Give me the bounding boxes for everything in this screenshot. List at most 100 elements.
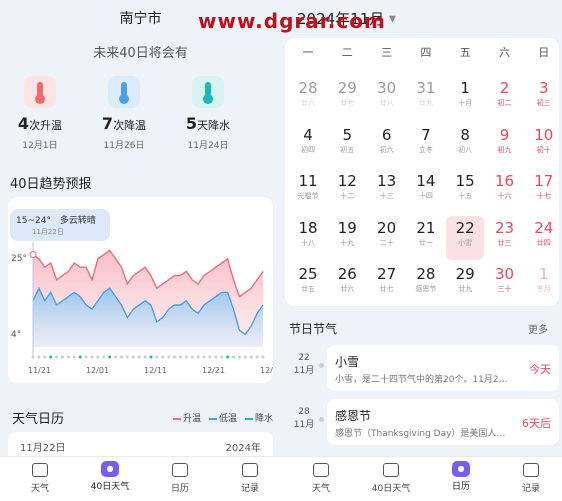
lunar-label: 廿六 [301, 99, 315, 107]
day-cell[interactable]: 28 廿六 [289, 76, 327, 120]
legend-item: 低温 [208, 414, 237, 424]
day-cell[interactable]: 3 初三 [525, 76, 562, 120]
day-cell[interactable]: 30 廿八 [368, 76, 406, 120]
tab-3[interactable]: ● 日历 [431, 461, 491, 492]
day-cell[interactable]: 21 廿一 [407, 216, 445, 260]
day-number: 23 [494, 218, 515, 237]
rain-dot [161, 355, 165, 359]
day-cell[interactable]: 1 十月 [446, 76, 484, 120]
selected-day-marker [29, 251, 37, 259]
lunar-label: 廿九 [458, 285, 473, 293]
day-cell[interactable]: 15 十五 [446, 169, 484, 213]
day-number: 4 [303, 125, 313, 144]
day-cell[interactable]: 6 初六 [368, 123, 406, 167]
lunar-label: 十六 [497, 192, 512, 200]
rain-dot [108, 355, 112, 359]
holiday-card[interactable]: 小雪 小雪，是二十四节气中的第20个。11月2… 今天 [327, 345, 559, 391]
day-number: 25 [298, 265, 318, 283]
rain-dot [43, 355, 47, 359]
day-cell[interactable]: 28 感恩节 [407, 262, 445, 306]
day-cell[interactable]: 12 十二 [328, 169, 366, 213]
day-cell[interactable]: 17 十七 [525, 169, 562, 213]
day-cell[interactable]: 7 立冬 [407, 123, 445, 167]
calendar-date: 11月22日 [20, 443, 66, 454]
lunar-label: 二十 [379, 238, 394, 247]
day-number: 18 [298, 218, 318, 237]
weekday-label: 四 [420, 46, 432, 59]
day-number: 16 [494, 172, 515, 190]
lunar-label: 廿七 [379, 285, 394, 293]
stat-unit: 次升温 [29, 119, 63, 132]
bottom-tab-bar: 天气 ● 40日天气 日历 记录 [0, 456, 281, 501]
stat-item[interactable]: 5天降水 11月24日 [168, 76, 248, 156]
raindrop-icon [192, 76, 224, 108]
day-number: 19 [337, 218, 357, 237]
day-cell[interactable]: 8 初八 [446, 123, 484, 167]
day-cell[interactable]: 5 初五 [328, 123, 366, 167]
holiday-desc: 小雪，是二十四节气中的第20个。11月2… [335, 375, 508, 385]
tab-4[interactable]: 记录 [220, 461, 280, 494]
day-cell[interactable]: 14 十四 [407, 169, 445, 213]
holiday-card[interactable]: 感恩节 感恩节（Thanksgiving Day）是美国人… 6天后 [327, 399, 559, 445]
rain-dot [55, 355, 59, 359]
rain-dot [137, 355, 141, 359]
day-cell[interactable]: 22 小雪 [446, 215, 485, 260]
tab-label: 天气 [311, 484, 330, 494]
day-cell[interactable]: 25 廿五 [289, 262, 327, 306]
rain-dot [60, 355, 64, 359]
chart-legend: 升温 低温 降水 [165, 411, 273, 424]
holiday-item[interactable]: 22 11月 小雪 小雪，是二十四节气中的第20个。11月2… 今天 [289, 345, 559, 391]
day-cell[interactable]: 20 二十 [368, 216, 406, 260]
more-link[interactable]: 更多 [528, 321, 548, 336]
day-cell[interactable]: 31 廿九 [407, 76, 445, 120]
rain-dot [96, 355, 100, 359]
day-cell[interactable]: 2 初二 [486, 76, 524, 120]
day-cell[interactable]: 27 廿七 [368, 262, 406, 306]
day-cell[interactable]: 24 廿四 [525, 216, 562, 260]
legend-swatch [244, 417, 253, 420]
day-cell[interactable]: 13 十三 [368, 169, 406, 213]
stat-unit: 次降温 [113, 119, 147, 132]
day-cell[interactable]: 29 廿七 [328, 76, 366, 120]
rain-dot [178, 355, 182, 359]
tab-4[interactable]: 记录 [501, 461, 561, 494]
tab-1[interactable]: 天气 [291, 461, 351, 494]
day-cell[interactable]: 9 初九 [486, 123, 524, 167]
tab-1[interactable]: 天气 [10, 461, 70, 494]
lunar-label: 廿四 [536, 238, 551, 247]
day-cell[interactable]: 30 三十 [486, 262, 524, 306]
tab-2[interactable]: ● 40日天气 [80, 461, 140, 492]
day-cell[interactable]: 10 初十 [525, 123, 562, 167]
day-cell[interactable]: 18 十八 [289, 216, 327, 260]
holiday-tag: 今天 [529, 363, 551, 376]
day-cell[interactable]: 19 十九 [328, 216, 366, 260]
tab-2[interactable]: 40日天气 [361, 461, 421, 494]
day-cell[interactable]: 23 廿三 [486, 216, 524, 260]
holiday-day-number: 28 [298, 407, 310, 417]
rain-dot [143, 355, 147, 359]
legend-item: 升温 [172, 414, 201, 424]
weather-icon [313, 463, 329, 477]
rain-dot [232, 355, 236, 359]
rain-dot [84, 355, 88, 359]
tab-3[interactable]: 日历 [150, 461, 210, 494]
day-cell[interactable]: 4 初四 [289, 123, 327, 167]
rain-dot [155, 355, 159, 359]
lunar-label: 小雪 [458, 238, 473, 247]
timeline-dot [319, 417, 324, 422]
lunar-label: 十七 [536, 192, 551, 200]
day-cell[interactable]: 1 冬月 [525, 262, 562, 306]
holiday-item[interactable]: 28 11月 感恩节 感恩节（Thanksgiving Day）是美国人… 6天后 [289, 399, 559, 445]
day-cell[interactable]: 11 光棍节 [289, 169, 327, 213]
stat-item[interactable]: 7次降温 11月26日 [84, 76, 164, 156]
day-cell[interactable]: 26 廿六 [328, 262, 366, 306]
x-tick-label: 12/11 [144, 366, 167, 375]
day-cell[interactable]: 29 廿九 [446, 262, 484, 306]
stat-item[interactable]: 4次升温 12月1日 [0, 76, 80, 156]
lunar-label: 立冬 [418, 145, 433, 154]
day-number: 28 [416, 265, 436, 283]
day-cell[interactable]: 16 十六 [486, 169, 524, 213]
rain-dot [255, 355, 259, 359]
rain-dot [167, 355, 171, 359]
forty-day-icon: ● [101, 461, 119, 477]
